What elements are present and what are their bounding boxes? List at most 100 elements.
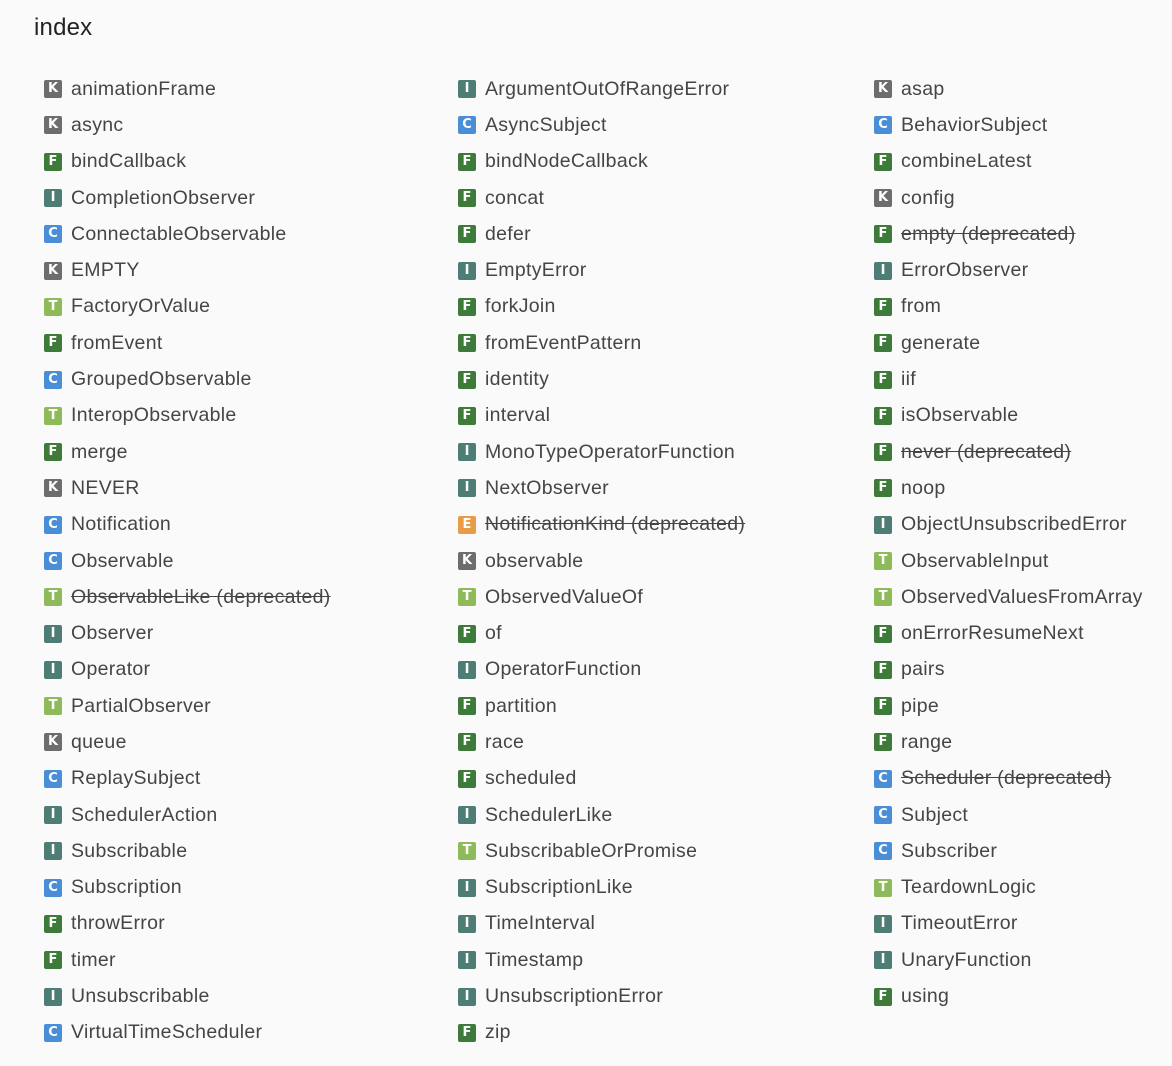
api-link[interactable]: SubscribableOrPromise <box>485 840 697 863</box>
api-link[interactable]: iif <box>901 368 916 391</box>
api-link[interactable]: InteropObservable <box>71 404 237 427</box>
api-link[interactable]: FactoryOrValue <box>71 295 210 318</box>
api-link[interactable]: isObservable <box>901 404 1018 427</box>
api-link[interactable]: defer <box>485 223 531 246</box>
api-link[interactable]: EMPTY <box>71 259 140 282</box>
api-link[interactable]: generate <box>901 332 980 355</box>
api-link[interactable]: empty (deprecated) <box>901 223 1075 246</box>
api-link[interactable]: Unsubscribable <box>71 985 210 1008</box>
api-link[interactable]: partition <box>485 695 557 718</box>
api-link[interactable]: using <box>901 985 949 1008</box>
api-link[interactable]: interval <box>485 404 550 427</box>
api-link[interactable]: animationFrame <box>71 78 216 101</box>
api-list-item: I MonoTypeOperatorFunction <box>458 434 745 470</box>
api-link[interactable]: onErrorResumeNext <box>901 622 1084 645</box>
function-badge-icon: F <box>44 334 62 353</box>
api-link[interactable]: ObservedValuesFromArray <box>901 586 1143 609</box>
api-link[interactable]: TimeInterval <box>485 912 595 935</box>
api-link[interactable]: SubscriptionLike <box>485 876 633 899</box>
api-link[interactable]: NextObserver <box>485 477 609 500</box>
api-link[interactable]: combineLatest <box>901 150 1032 173</box>
api-link[interactable]: EmptyError <box>485 259 587 282</box>
api-link[interactable]: concat <box>485 187 544 210</box>
api-column-2: I ArgumentOutOfRangeError C AsyncSubject Fbi… <box>458 71 745 1051</box>
api-link[interactable]: NEVER <box>71 477 140 500</box>
api-link[interactable]: UnsubscriptionError <box>485 985 663 1008</box>
api-link[interactable]: ConnectableObservable <box>71 223 287 246</box>
api-list-item: T PartialObserver <box>44 688 331 724</box>
api-link[interactable]: ArgumentOutOfRangeError <box>485 78 729 101</box>
function-badge-icon: F <box>458 769 476 788</box>
api-link[interactable]: ObservableLike (deprecated) <box>71 586 331 609</box>
interface-badge-icon: I <box>458 987 476 1006</box>
enum-badge-icon: E <box>458 515 476 534</box>
api-link[interactable]: pipe <box>901 695 939 718</box>
api-link[interactable]: Observer <box>71 622 154 645</box>
api-link[interactable]: scheduled <box>485 767 577 790</box>
api-link[interactable]: GroupedObservable <box>71 368 252 391</box>
api-link[interactable]: pairs <box>901 658 945 681</box>
api-link[interactable]: merge <box>71 441 128 464</box>
api-link[interactable]: timer <box>71 949 116 972</box>
api-link[interactable]: BehaviorSubject <box>901 114 1048 137</box>
api-link[interactable]: ReplaySubject <box>71 767 201 790</box>
api-list-item: I Observer <box>44 615 331 651</box>
api-link[interactable]: Scheduler (deprecated) <box>901 767 1111 790</box>
api-link[interactable]: SchedulerAction <box>71 804 218 827</box>
api-list-item: C AsyncSubject <box>458 107 745 143</box>
api-link[interactable]: async <box>71 114 123 137</box>
api-link[interactable]: identity <box>485 368 549 391</box>
interface-badge-icon: I <box>44 842 62 861</box>
api-list-item: K NEVER <box>44 470 331 506</box>
api-link[interactable]: TeardownLogic <box>901 876 1036 899</box>
api-link[interactable]: Subscribable <box>71 840 187 863</box>
api-link[interactable]: zip <box>485 1021 511 1044</box>
api-list-item: Fidentity <box>458 361 745 397</box>
api-list-item: Fnever (deprecated) <box>874 434 1143 470</box>
api-link[interactable]: asap <box>901 78 945 101</box>
function-badge-icon: F <box>458 624 476 643</box>
api-link[interactable]: SchedulerLike <box>485 804 612 827</box>
api-link[interactable]: ObservableInput <box>901 550 1049 573</box>
function-badge-icon: F <box>874 297 892 316</box>
api-link[interactable]: never (deprecated) <box>901 441 1071 464</box>
function-badge-icon: F <box>874 479 892 498</box>
api-link[interactable]: PartialObserver <box>71 695 211 718</box>
api-link[interactable]: Timestamp <box>485 949 583 972</box>
api-link[interactable]: Operator <box>71 658 150 681</box>
api-link[interactable]: AsyncSubject <box>485 114 607 137</box>
api-link[interactable]: ObjectUnsubscribedError <box>901 513 1127 536</box>
api-link[interactable]: throwError <box>71 912 165 935</box>
api-link[interactable]: Observable <box>71 550 174 573</box>
api-list-item: I ErrorObserver <box>874 252 1143 288</box>
api-link[interactable]: of <box>485 622 502 645</box>
api-link[interactable]: ErrorObserver <box>901 259 1028 282</box>
api-link[interactable]: MonoTypeOperatorFunction <box>485 441 735 464</box>
api-link[interactable]: observable <box>485 550 583 573</box>
api-link[interactable]: Subscriber <box>901 840 997 863</box>
type-alias-badge-icon: T <box>874 588 892 607</box>
api-list-item: Fiif <box>874 361 1143 397</box>
api-link[interactable]: fromEventPattern <box>485 332 642 355</box>
api-link[interactable]: UnaryFunction <box>901 949 1032 972</box>
api-link[interactable]: range <box>901 731 952 754</box>
api-list-item: C Observable <box>44 543 331 579</box>
api-link[interactable]: TimeoutError <box>901 912 1018 935</box>
api-link[interactable]: NotificationKind (deprecated) <box>485 513 745 536</box>
api-link[interactable]: CompletionObserver <box>71 187 255 210</box>
api-link[interactable]: config <box>901 187 955 210</box>
api-link[interactable]: bindCallback <box>71 150 186 173</box>
api-link[interactable]: OperatorFunction <box>485 658 642 681</box>
api-link[interactable]: ObservedValueOf <box>485 586 643 609</box>
api-link[interactable]: bindNodeCallback <box>485 150 648 173</box>
api-link[interactable]: Notification <box>71 513 171 536</box>
api-link[interactable]: noop <box>901 477 946 500</box>
api-link[interactable]: Subscription <box>71 876 182 899</box>
api-link[interactable]: from <box>901 295 941 318</box>
api-link[interactable]: forkJoin <box>485 295 556 318</box>
api-link[interactable]: fromEvent <box>71 332 163 355</box>
api-link[interactable]: race <box>485 731 524 754</box>
api-link[interactable]: queue <box>71 731 127 754</box>
api-link[interactable]: VirtualTimeScheduler <box>71 1021 262 1044</box>
api-link[interactable]: Subject <box>901 804 968 827</box>
